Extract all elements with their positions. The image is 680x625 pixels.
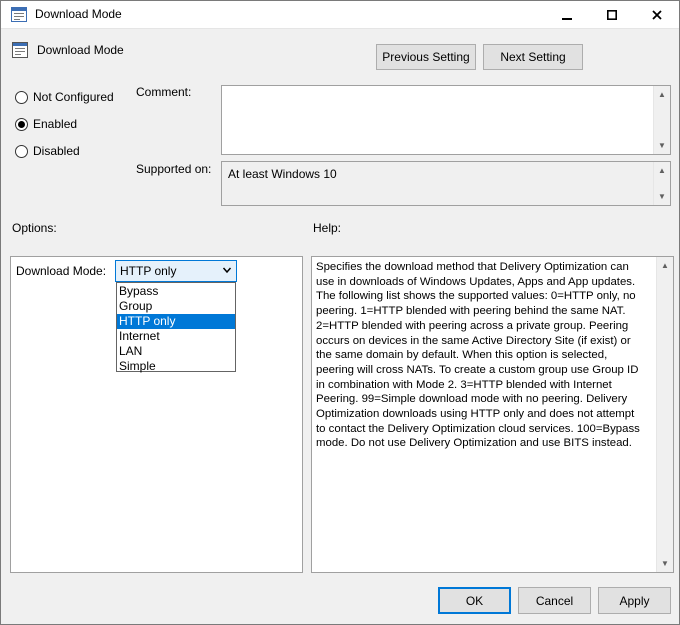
supported-scrollbar[interactable]: ▲ ▼ (653, 162, 670, 205)
radio-label: Not Configured (33, 90, 114, 104)
download-mode-select[interactable]: HTTP only (115, 260, 237, 282)
dropdown-option-lan[interactable]: LAN (117, 344, 235, 359)
help-text: Specifies the download method that Deliv… (316, 261, 640, 450)
scroll-down-icon[interactable]: ▼ (654, 188, 670, 205)
download-mode-selected: HTTP only (120, 264, 177, 278)
dropdown-option-http-only[interactable]: HTTP only (117, 314, 235, 329)
comment-scrollbar[interactable]: ▲ ▼ (653, 86, 670, 154)
apply-button[interactable]: Apply (598, 587, 671, 614)
close-button[interactable] (634, 1, 679, 28)
radio-circle-checked[interactable] (15, 117, 28, 131)
help-label: Help: (313, 221, 342, 235)
scroll-up-icon[interactable]: ▲ (654, 162, 670, 179)
close-icon (651, 9, 662, 20)
help-panel: Specifies the download method that Deliv… (311, 256, 674, 573)
chevron-down-icon (222, 267, 232, 274)
minimize-icon (561, 17, 572, 20)
policy-icon (12, 42, 28, 58)
radio-enabled[interactable]: Enabled (15, 116, 77, 132)
previous-setting-button[interactable]: Previous Setting (376, 44, 476, 70)
scroll-down-icon[interactable]: ▼ (657, 555, 673, 572)
radio-circle[interactable] (15, 90, 28, 104)
scroll-down-icon[interactable]: ▼ (654, 137, 670, 154)
supported-on-box: At least Windows 10 ▲ ▼ (221, 161, 671, 206)
download-mode-label: Download Mode: (16, 264, 107, 278)
radio-circle[interactable] (15, 144, 28, 158)
scroll-up-icon[interactable]: ▲ (657, 257, 673, 274)
supported-on-label: Supported on: (136, 162, 212, 176)
scroll-up-icon[interactable]: ▲ (654, 86, 670, 103)
maximize-icon (606, 9, 617, 20)
maximize-button[interactable] (589, 1, 634, 28)
radio-label: Disabled (33, 144, 80, 158)
cancel-button[interactable]: Cancel (518, 587, 591, 614)
dropdown-option-bypass[interactable]: Bypass (117, 284, 235, 299)
download-mode-dropdown: Bypass Group HTTP only Internet LAN Simp… (116, 282, 236, 374)
supported-on-value: At least Windows 10 (228, 167, 337, 181)
window-title: Download Mode (35, 7, 122, 21)
title-bar[interactable]: Download Mode (1, 1, 679, 29)
policy-dialog: Download Mode Download Mode Previous Set… (0, 0, 680, 625)
comment-label: Comment: (136, 85, 192, 99)
setting-title: Download Mode (37, 43, 124, 57)
options-label: Options: (12, 221, 57, 235)
dropdown-option-simple[interactable]: Simple (117, 359, 235, 374)
radio-disabled[interactable]: Disabled (15, 143, 80, 159)
radio-label: Enabled (33, 117, 78, 131)
dropdown-option-internet[interactable]: Internet (117, 329, 235, 344)
ok-button[interactable]: OK (438, 587, 511, 614)
help-scrollbar[interactable]: ▲ ▼ (656, 257, 673, 572)
radio-not-configured[interactable]: Not Configured (15, 89, 114, 105)
dropdown-option-group[interactable]: Group (117, 299, 235, 314)
next-setting-button[interactable]: Next Setting (483, 44, 583, 70)
policy-icon (11, 7, 27, 22)
comment-textbox[interactable]: ▲ ▼ (221, 85, 671, 155)
minimize-button[interactable] (544, 1, 589, 28)
